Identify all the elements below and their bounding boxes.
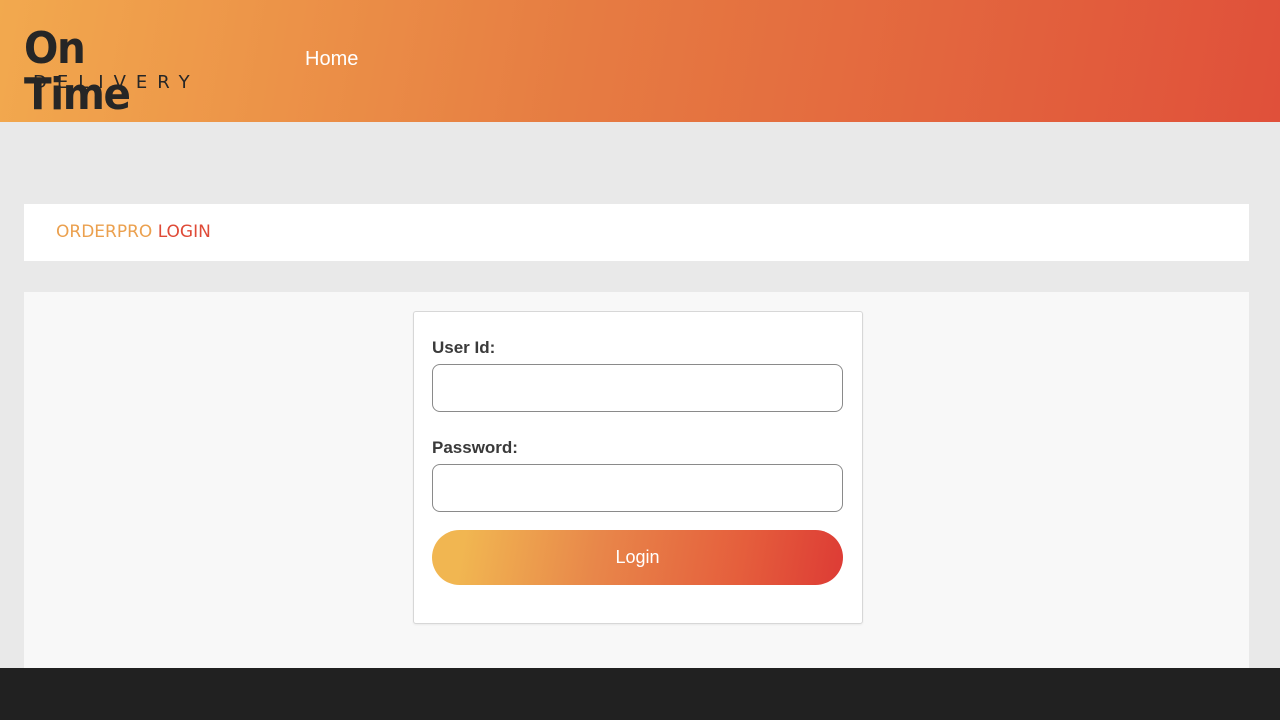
site-footer [0,668,1280,720]
user-id-input[interactable] [432,364,843,412]
password-input[interactable] [432,464,843,512]
password-label: Password: [432,438,518,457]
login-button[interactable]: Login [432,530,843,585]
site-header: On Time DELIVERY Home [0,0,1280,122]
page-title-part-2: LOGIN [157,222,211,242]
page-title-part-1: ORDERPRO [56,222,153,242]
page-title-bar: ORDERPRO LOGIN [24,204,1249,261]
page-title: ORDERPRO LOGIN [56,222,211,242]
nav-home-link[interactable]: Home [305,47,358,71]
user-id-label: User Id: [432,338,496,357]
logo-subtitle: DELIVERY [33,72,200,93]
on-time-delivery-logo[interactable]: On Time DELIVERY [24,26,204,118]
login-card: User Id: Password: Login [413,311,863,624]
